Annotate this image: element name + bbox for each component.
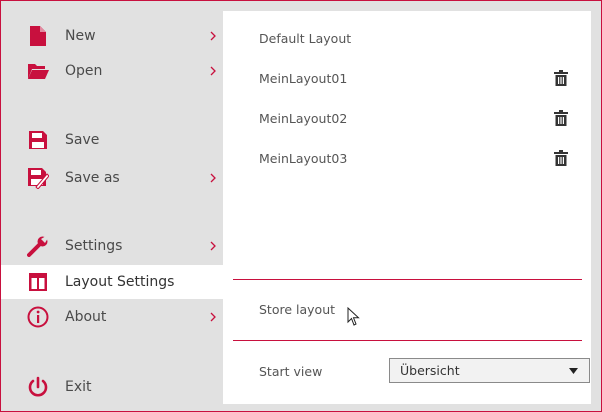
new-document-icon [27, 25, 49, 47]
store-layout-button[interactable]: Store layout [259, 302, 335, 317]
layout-name: MeinLayout02 [259, 111, 348, 126]
floppy-disk-icon [27, 129, 49, 151]
layout-name: Default Layout [259, 31, 352, 46]
layout-item-default[interactable]: Default Layout [223, 25, 591, 53]
menu-label: About [65, 309, 107, 325]
menu-item-open[interactable]: Open [1, 54, 223, 88]
layout-settings-panel: Default Layout MeinLayout01 MeinLayout02… [223, 11, 591, 404]
info-icon [27, 306, 49, 328]
layout-name: MeinLayout01 [259, 71, 348, 86]
menu-label: Save as [65, 170, 120, 186]
trash-icon[interactable] [554, 110, 568, 126]
menu-item-about[interactable]: About [1, 300, 223, 334]
chevron-right-icon [210, 312, 216, 322]
wrench-icon [27, 235, 49, 257]
chevron-right-icon [210, 241, 216, 251]
chevron-right-icon [210, 66, 216, 76]
menu-item-new[interactable]: New [1, 19, 223, 53]
menu-label: Layout Settings [65, 274, 175, 290]
power-icon [27, 376, 49, 398]
layout-icon [27, 271, 49, 293]
layout-name: MeinLayout03 [259, 151, 348, 166]
folder-open-icon [27, 60, 49, 82]
chevron-right-icon [210, 173, 216, 183]
app-window: New Open Save Save as Settings Layout Se… [0, 0, 602, 412]
trash-icon[interactable] [554, 70, 568, 86]
save-as-icon [27, 167, 49, 189]
menu-item-exit[interactable]: Exit [1, 370, 223, 404]
start-view-select[interactable]: Übersicht [389, 358, 590, 383]
start-view-value: Übersicht [400, 363, 460, 378]
divider [233, 279, 582, 280]
menu-item-save-as[interactable]: Save as [1, 161, 223, 195]
sidebar: New Open Save Save as Settings Layout Se… [1, 1, 223, 412]
menu-label: Save [65, 132, 100, 148]
start-view-label: Start view [259, 364, 323, 379]
menu-label: Exit [65, 379, 92, 395]
chevron-right-icon [210, 31, 216, 41]
menu-label: Open [65, 63, 103, 79]
layout-item[interactable]: MeinLayout01 [223, 65, 591, 93]
layout-item[interactable]: MeinLayout02 [223, 105, 591, 133]
trash-icon[interactable] [554, 150, 568, 166]
menu-item-save[interactable]: Save [1, 123, 223, 157]
dropdown-arrow-icon [569, 368, 578, 374]
menu-label: New [65, 28, 96, 44]
divider [233, 340, 582, 341]
layout-item[interactable]: MeinLayout03 [223, 145, 591, 173]
menu-item-settings[interactable]: Settings [1, 229, 223, 263]
mouse-cursor-icon [347, 307, 360, 326]
menu-item-layout-settings[interactable]: Layout Settings [1, 265, 223, 299]
menu-label: Settings [65, 238, 123, 254]
